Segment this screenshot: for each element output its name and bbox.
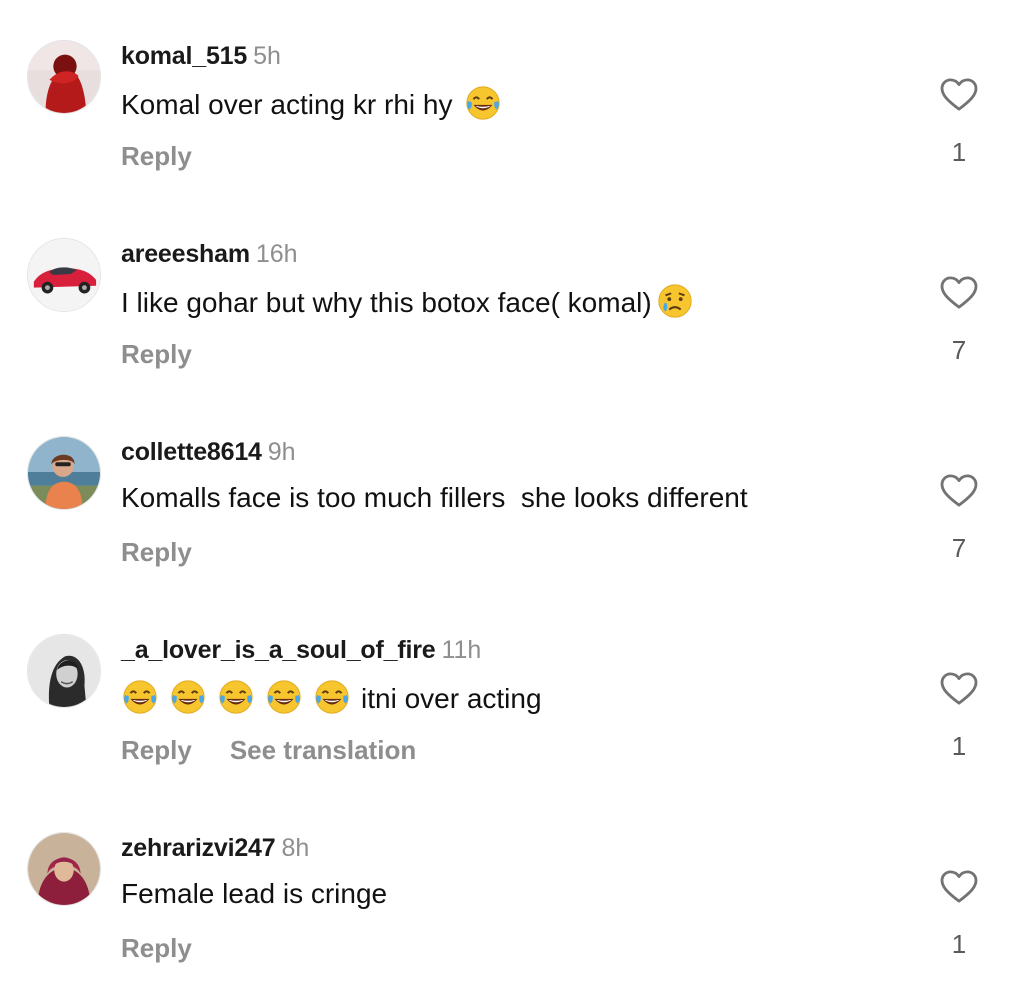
- comment-actions: Reply: [121, 536, 192, 568]
- heart-outline-icon[interactable]: [940, 474, 978, 508]
- heart-outline-icon[interactable]: [940, 870, 978, 904]
- comment-item: _a_lover_is_a_soul_of_fire 11h itni over …: [0, 594, 1024, 765]
- comment-text: itni over acting: [121, 678, 542, 717]
- comment-text: Komal over acting kr rhi hy: [121, 84, 502, 123]
- comment-actions: Reply See translation: [121, 734, 416, 766]
- username[interactable]: zehrarizvi247: [121, 834, 276, 862]
- comment-item: areeesham 16h I like gohar but why this b…: [0, 198, 1024, 369]
- comment-meta: zehrarizvi247 8h: [121, 832, 309, 864]
- comment-actions: Reply: [121, 140, 192, 172]
- avatar[interactable]: [27, 832, 101, 906]
- timestamp: 16h: [255, 240, 298, 268]
- comment-meta: _a_lover_is_a_soul_of_fire 11h: [121, 634, 481, 666]
- face-with-tears-of-joy-icon: [217, 678, 255, 716]
- comment-body: Female lead is cringe: [121, 878, 388, 909]
- like-count[interactable]: 7: [940, 334, 978, 366]
- avatar[interactable]: [27, 40, 101, 114]
- reply-button[interactable]: Reply: [121, 537, 192, 567]
- comment-body: Komalls face is too much fillers she loo…: [121, 482, 748, 513]
- heart-outline-icon[interactable]: [940, 672, 978, 706]
- username[interactable]: collette8614: [121, 438, 262, 466]
- face-with-tears-of-joy-icon: [265, 678, 303, 716]
- comment-actions: Reply: [121, 932, 192, 964]
- timestamp: 11h: [441, 636, 482, 664]
- username[interactable]: areeesham: [121, 240, 250, 268]
- comment-item: zehrarizvi247 8h Female lead is cringe Re…: [0, 792, 1024, 963]
- like-count[interactable]: 1: [940, 730, 978, 762]
- heart-outline-icon[interactable]: [940, 276, 978, 310]
- face-with-tears-of-joy-icon: [313, 678, 351, 716]
- comment-item: collette8614 9h Komalls face is too much …: [0, 396, 1024, 567]
- face-with-tears-of-joy-icon: [169, 678, 207, 716]
- comment-meta: collette8614 9h: [121, 436, 296, 468]
- comment-body: itni over acting: [361, 683, 542, 714]
- comment-text: I like gohar but why this botox face( ko…: [121, 282, 694, 321]
- like-count[interactable]: 1: [940, 136, 978, 168]
- like-count[interactable]: 7: [940, 532, 978, 564]
- comment-body: Komal over acting kr rhi hy: [121, 89, 453, 120]
- like-count[interactable]: 1: [940, 928, 978, 960]
- comment-actions: Reply: [121, 338, 192, 370]
- reply-button[interactable]: Reply: [121, 933, 192, 963]
- comment-body: I like gohar but why this botox face( ko…: [121, 287, 652, 318]
- comment-meta: komal_515 5h: [121, 40, 281, 72]
- see-translation-button[interactable]: See translation: [230, 735, 416, 765]
- comment-meta: areeesham 16h: [121, 238, 298, 270]
- timestamp: 9h: [267, 438, 296, 466]
- comment-text: Komalls face is too much fillers she loo…: [121, 480, 748, 516]
- avatar[interactable]: [27, 634, 101, 708]
- avatar[interactable]: [27, 436, 101, 510]
- crying-face-icon: [656, 282, 694, 320]
- reply-button[interactable]: Reply: [121, 141, 192, 171]
- timestamp: 8h: [281, 834, 310, 862]
- face-with-tears-of-joy-icon: [464, 84, 502, 122]
- reply-button[interactable]: Reply: [121, 735, 192, 765]
- timestamp: 5h: [253, 42, 281, 70]
- username[interactable]: komal_515: [121, 42, 247, 70]
- comment-text: Female lead is cringe: [121, 876, 387, 912]
- comment-item: komal_515 5h Komal over acting kr rhi hy …: [0, 0, 1024, 171]
- avatar[interactable]: [27, 238, 101, 312]
- face-with-tears-of-joy-icon: [121, 678, 159, 716]
- heart-outline-icon[interactable]: [940, 78, 978, 112]
- username[interactable]: _a_lover_is_a_soul_of_fire: [121, 636, 436, 664]
- reply-button[interactable]: Reply: [121, 339, 192, 369]
